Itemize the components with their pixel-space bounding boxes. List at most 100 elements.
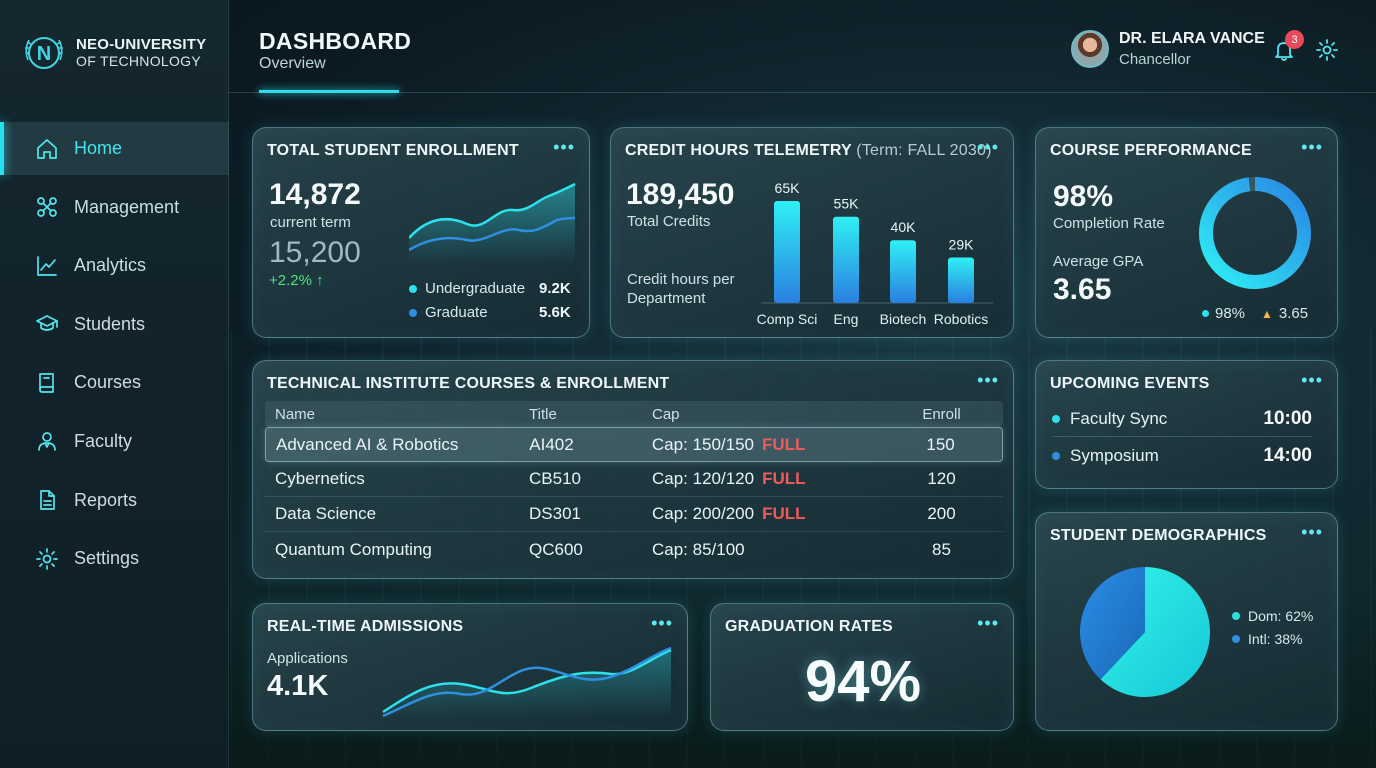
- bar-category-label: Robotics: [934, 311, 988, 327]
- table-row[interactable]: Advanced AI & Robotics AI402 Cap: 150/15…: [265, 427, 1003, 462]
- courses-table: Name Title Cap Enroll Advanced AI & Robo…: [265, 401, 1003, 567]
- more-options-icon[interactable]: •••: [651, 614, 673, 632]
- bar-value-label: 29K: [949, 236, 975, 252]
- card-title: GRADUATION RATES: [725, 618, 893, 635]
- header-divider: [229, 92, 1376, 93]
- graduation-cap-icon: [34, 311, 60, 337]
- graduation-value: 94%: [804, 649, 922, 714]
- more-options-icon[interactable]: •••: [1301, 523, 1323, 541]
- completion-value: 98%: [1053, 180, 1114, 213]
- enrollment-value: 14,872: [269, 178, 361, 211]
- brand-subtitle: OF TECHNOLOGY: [76, 53, 201, 69]
- more-options-icon[interactable]: •••: [977, 371, 999, 389]
- gpa-label: Average GPA: [1053, 253, 1144, 270]
- course-code: CB510: [529, 469, 581, 488]
- legend-label: Undergraduate: [425, 280, 526, 297]
- event-item[interactable]: Faculty Sync 10:00: [1052, 401, 1312, 437]
- header-enroll[interactable]: Enroll: [910, 406, 1003, 423]
- legend-completion: 98%: [1215, 305, 1246, 322]
- sidebar-item-management[interactable]: Management: [0, 181, 229, 234]
- full-badge: FULL: [762, 434, 806, 454]
- settings-gear-icon[interactable]: [1315, 38, 1341, 64]
- legend-dot: [1232, 612, 1240, 620]
- legend-value: 5.6K: [539, 304, 571, 321]
- user-profile[interactable]: DR. ELARA VANCE Chancellor: [1071, 30, 1265, 68]
- legend-value: 9.2K: [539, 280, 571, 297]
- enrollment-card: TOTAL STUDENT ENROLLMENT ••• 14,872 curr…: [252, 127, 590, 338]
- course-cap: Cap: 150/150 FULL: [652, 435, 909, 455]
- bar-biotech: [890, 240, 916, 303]
- notifications-bell-icon[interactable]: 3: [1272, 30, 1304, 64]
- course-name: Advanced AI & Robotics: [276, 434, 459, 454]
- bar-value-label: 55K: [834, 196, 860, 212]
- sidebar-item-faculty[interactable]: Faculty: [0, 415, 229, 468]
- sidebar-item-label: Settings: [74, 548, 140, 569]
- course-code: QC600: [529, 539, 583, 559]
- gpa-value: 3.65: [1053, 273, 1112, 306]
- bar-eng: [833, 216, 859, 303]
- course-cap: Cap: 200/200 FULL: [652, 504, 910, 524]
- admissions-sparkline: [382, 646, 672, 720]
- demographics-card: STUDENT DEMOGRAPHICS ••• Dom: 62% Intl: …: [1035, 512, 1338, 731]
- credit-value-label: Total Credits: [627, 213, 711, 230]
- course-enroll: 200: [927, 504, 956, 523]
- legend-intl: Intl: 38%: [1232, 631, 1302, 647]
- notification-badge: 3: [1285, 30, 1304, 49]
- faculty-icon: [34, 428, 60, 454]
- more-options-icon[interactable]: •••: [1301, 138, 1323, 156]
- course-code: DS301: [529, 504, 581, 523]
- user-role: Chancellor: [1119, 51, 1191, 68]
- bar-category-label: Biotech: [880, 311, 927, 327]
- header-cap[interactable]: Cap: [652, 406, 910, 423]
- legend-undergraduate: Undergraduate 9.2K: [409, 280, 571, 297]
- header-title[interactable]: Title: [529, 406, 652, 423]
- header-name[interactable]: Name: [265, 406, 529, 423]
- legend-dot: [1202, 310, 1209, 317]
- events-card: UPCOMING EVENTS ••• Faculty Sync 10:00 S…: [1035, 360, 1338, 489]
- gear-icon: [34, 546, 60, 572]
- analytics-icon: [34, 253, 60, 279]
- more-options-icon[interactable]: •••: [977, 138, 999, 156]
- event-item[interactable]: Symposium 14:00: [1052, 438, 1312, 474]
- credit-value: 189,450: [626, 178, 735, 211]
- card-title: UPCOMING EVENTS: [1050, 375, 1210, 392]
- table-row[interactable]: Cybernetics CB510 Cap: 120/120 FULL 120: [265, 462, 1003, 497]
- table-row[interactable]: Data Science DS301 Cap: 200/200 FULL 200: [265, 497, 1003, 532]
- course-performance-card: COURSE PERFORMANCE ••• 98% Completion Ra…: [1035, 127, 1338, 338]
- table-row[interactable]: Quantum Computing QC600 Cap: 85/100 85: [265, 532, 1003, 567]
- more-options-icon[interactable]: •••: [977, 614, 999, 632]
- user-name: DR. ELARA VANCE: [1119, 30, 1265, 47]
- bar-comp-sci: [774, 201, 800, 303]
- avatar[interactable]: [1071, 30, 1109, 68]
- cap-value: Cap: 120/120: [652, 469, 755, 488]
- sidebar-item-courses[interactable]: Courses: [0, 356, 229, 409]
- credit-caption-line1: Credit hours per: [627, 271, 735, 288]
- sidebar-item-reports[interactable]: Reports: [0, 474, 229, 527]
- full-badge: FULL: [762, 504, 806, 523]
- admissions-label: Applications: [267, 650, 348, 667]
- course-name: Quantum Computing: [275, 539, 432, 559]
- sidebar-item-analytics[interactable]: Analytics: [0, 239, 229, 292]
- triangle-icon: ▲: [1261, 306, 1273, 321]
- sidebar-nav: Home Management Analytics Students Cours…: [0, 122, 229, 591]
- sidebar-item-settings[interactable]: Settings: [0, 532, 229, 585]
- enrollment-sparkline: [409, 182, 576, 264]
- more-options-icon[interactable]: •••: [553, 138, 575, 156]
- full-badge: FULL: [762, 469, 806, 488]
- more-options-icon[interactable]: •••: [1301, 371, 1323, 389]
- sidebar-item-students[interactable]: Students: [0, 298, 229, 351]
- cap-value: Cap: 200/200: [652, 504, 755, 523]
- event-dot: [1052, 414, 1060, 423]
- cap-value: Cap: 85/100: [652, 539, 745, 559]
- courses-card: TECHNICAL INSTITUTE COURSES & ENROLLMENT…: [252, 360, 1014, 579]
- logo-letter: N: [37, 43, 51, 65]
- event-name: Symposium: [1070, 446, 1159, 465]
- page-title: DASHBOARD: [259, 28, 412, 54]
- legend-dot: [1232, 635, 1240, 643]
- credit-hours-card: CREDIT HOURS TELEMETRY (Term: FALL 2030)…: [610, 127, 1014, 338]
- sidebar-item-label: Analytics: [74, 255, 147, 276]
- card-title: CREDIT HOURS TELEMETRY (Term: FALL 2030): [625, 142, 992, 160]
- legend-label: Intl: 38%: [1248, 631, 1303, 647]
- completion-ring-arc: [1199, 177, 1311, 289]
- sidebar-item-home[interactable]: Home: [0, 122, 229, 175]
